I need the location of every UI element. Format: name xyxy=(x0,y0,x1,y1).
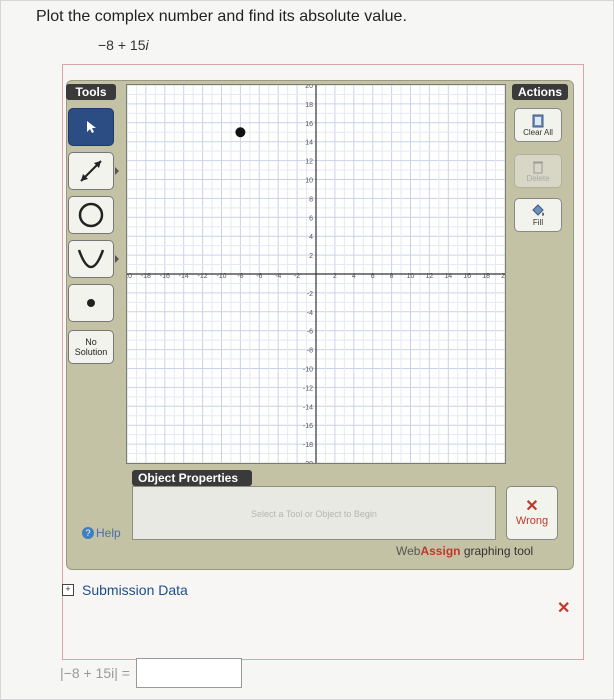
trash-icon xyxy=(533,161,543,173)
circle-icon xyxy=(78,202,104,228)
actions-header: Actions xyxy=(512,84,568,100)
clear-all-icon xyxy=(532,114,544,127)
question-prompt: Plot the complex number and find its abs… xyxy=(36,8,407,25)
coordinate-plane[interactable]: -20 -18 -16 -14 -12 -10 -8 -6 -4 -2 2 4 6 8 10 12 14 16 18… xyxy=(126,84,506,464)
brand-assign: Assign xyxy=(420,544,461,558)
delete-button[interactable]: Delete xyxy=(514,154,562,188)
tool-menu-caret-icon xyxy=(115,255,119,263)
y-tick-label: -8 xyxy=(307,348,313,355)
object-properties-header: Object Properties xyxy=(132,470,252,486)
x-tick-label: -10 xyxy=(216,273,226,280)
y-tick-label: -4 xyxy=(307,310,313,317)
x-tick-label: -2 xyxy=(294,273,300,280)
y-tick-label: -20 xyxy=(303,461,313,463)
plotted-point[interactable] xyxy=(235,127,246,138)
point-icon xyxy=(87,299,95,307)
delete-label: Delete xyxy=(526,173,550,183)
submission-data-label: Submission Data xyxy=(82,582,188,598)
y-tick-label: -6 xyxy=(307,329,313,336)
circle-tool-button[interactable] xyxy=(68,196,114,234)
x-tick-label: 12 xyxy=(426,273,434,280)
absolute-value-label: |−8 + 15i| = xyxy=(60,665,130,681)
fill-label: Fill xyxy=(532,217,544,227)
y-tick-label: 12 xyxy=(305,159,313,166)
absolute-value-input[interactable] xyxy=(135,658,242,688)
x-tick-label: -20 xyxy=(127,273,132,280)
help-icon: ? xyxy=(82,527,94,539)
x-tick-label: 20 xyxy=(501,273,505,280)
y-tick-label: -16 xyxy=(303,423,313,430)
y-tick-label: 14 xyxy=(305,140,313,147)
y-tick-label: 6 xyxy=(309,215,313,222)
x-tick-label: -8 xyxy=(237,273,243,280)
x-tick-label: 16 xyxy=(463,273,471,280)
x-tick-label: 8 xyxy=(390,273,394,280)
paint-bucket-icon xyxy=(532,203,544,216)
graph-canvas[interactable]: -20 -18 -16 -14 -12 -10 -8 -6 -4 -2 2 4 6 8 10 12 14 16 18… xyxy=(127,85,505,463)
y-tick-label: -10 xyxy=(303,367,313,374)
parabola-tool-button[interactable] xyxy=(68,240,119,278)
pointer-tool-button[interactable] xyxy=(68,108,114,146)
wrong-label: Wrong xyxy=(515,515,549,527)
brand-suffix: graphing tool xyxy=(460,544,534,558)
y-tick-label: 16 xyxy=(305,121,313,128)
x-tick-label: 4 xyxy=(352,273,356,280)
x-tick-label: 10 xyxy=(407,273,415,280)
x-tick-label: -6 xyxy=(256,273,262,280)
y-tick-label: 10 xyxy=(305,178,313,185)
line-segment-icon xyxy=(80,160,102,182)
fill-button[interactable]: Fill xyxy=(514,198,562,232)
y-tick-label: 20 xyxy=(305,85,313,90)
tools-header: Tools xyxy=(66,84,116,100)
x-tick-label: 6 xyxy=(371,273,375,280)
no-solution-label-line1: No xyxy=(85,337,97,347)
complex-expression: −8 + 15i xyxy=(98,37,149,53)
y-tick-label: 2 xyxy=(309,253,313,260)
y-tick-label: -18 xyxy=(303,442,313,449)
object-properties-hint: Select a Tool or Object to Begin xyxy=(251,509,377,519)
x-tick-label: -12 xyxy=(198,273,208,280)
help-link[interactable]: ? Help xyxy=(82,526,121,540)
x-tick-label: 14 xyxy=(444,273,452,280)
clear-all-button[interactable]: Clear All xyxy=(514,108,562,142)
help-label: Help xyxy=(96,526,121,540)
y-tick-label: -2 xyxy=(307,291,313,298)
clear-all-label: Clear All xyxy=(523,127,553,137)
expand-icon: + xyxy=(62,584,74,596)
submission-data-toggle[interactable]: + Submission Data xyxy=(62,582,188,598)
pointer-icon xyxy=(87,121,96,133)
object-properties-panel: Select a Tool or Object to Begin xyxy=(132,486,496,540)
x-tick-label: -18 xyxy=(141,273,151,280)
tool-menu-caret-icon xyxy=(115,167,119,175)
y-tick-label: -12 xyxy=(303,385,313,392)
x-tick-label: -16 xyxy=(160,273,170,280)
brand-web: Web xyxy=(396,544,421,558)
y-tick-label: -14 xyxy=(303,404,313,411)
parabola-icon xyxy=(77,249,105,269)
wrong-indicator: ✕ Wrong xyxy=(506,486,558,540)
point-tool-button[interactable] xyxy=(68,284,114,322)
answer-row: |−8 + 15i| = xyxy=(60,658,242,688)
no-solution-button[interactable]: No Solution xyxy=(68,330,114,364)
no-solution-label-line2: Solution xyxy=(74,347,108,357)
x-tick-label: 2 xyxy=(333,273,337,280)
x-tick-label: 18 xyxy=(482,273,490,280)
incorrect-x-icon: ✕ xyxy=(557,600,571,617)
y-tick-label: 18 xyxy=(305,102,313,109)
x-tick-label: -4 xyxy=(275,273,281,280)
y-tick-label: 4 xyxy=(309,234,313,241)
webassign-branding: WebAssign graphing tool xyxy=(396,544,533,558)
x-tick-label: -14 xyxy=(179,273,189,280)
y-tick-label: 8 xyxy=(309,196,313,203)
line-tool-button[interactable] xyxy=(68,152,119,190)
wrong-x-icon: ✕ xyxy=(525,498,539,515)
